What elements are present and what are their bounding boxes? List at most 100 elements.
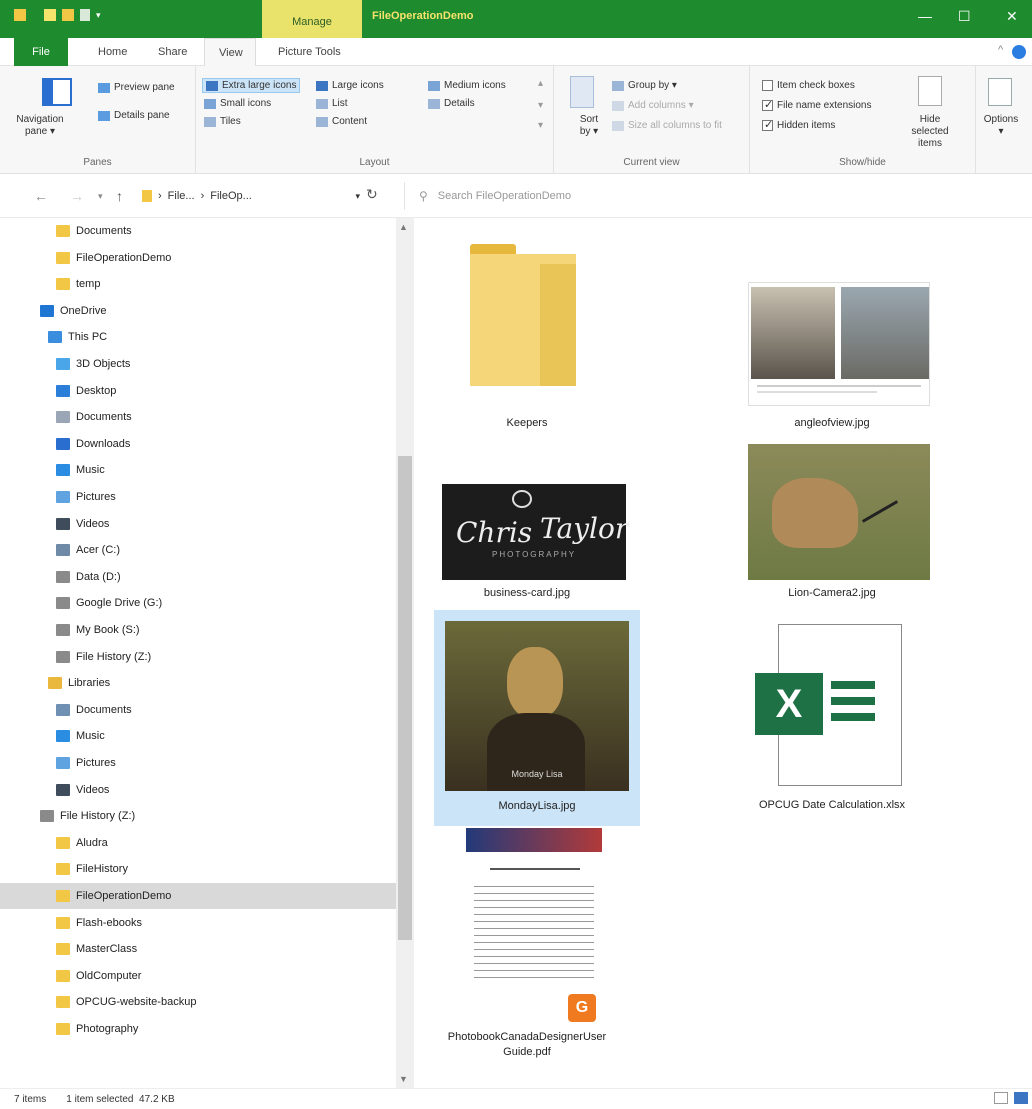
item-check-boxes-toggle[interactable]: Item check boxes: [762, 80, 855, 91]
sidebar-item[interactable]: FileOperationDemo: [0, 245, 396, 271]
sidebar-item[interactable]: FileOperationDemo: [0, 883, 396, 909]
sidebar-item[interactable]: Documents: [0, 218, 396, 244]
back-icon[interactable]: ←: [34, 188, 48, 204]
tab-view[interactable]: View: [204, 38, 256, 67]
sidebar-item[interactable]: Desktop: [0, 378, 396, 404]
file-tile-business-card[interactable]: Chris Taylor PHOTOGRAPHY business-card.j…: [438, 466, 628, 606]
sidebar-item-label: Pictures: [76, 491, 116, 503]
sidebar-item[interactable]: 3D Objects: [0, 351, 396, 377]
size-all-columns-button[interactable]: Size all columns to fit: [612, 120, 722, 131]
file-tile-angleofview[interactable]: angleofview.jpg: [732, 266, 932, 440]
tab-home[interactable]: Home: [98, 46, 127, 58]
breadcrumb-file-history[interactable]: File...: [168, 190, 195, 202]
large-icons-button[interactable]: Large icons: [316, 80, 384, 91]
sidebar-item[interactable]: Pictures: [0, 484, 396, 510]
new-folder-icon[interactable]: [62, 9, 74, 21]
layout-scroll-down-icon[interactable]: ▾: [538, 100, 543, 111]
sidebar-item[interactable]: Downloads: [0, 431, 396, 457]
sidebar-item[interactable]: Google Drive (G:): [0, 590, 396, 616]
sidebar-item[interactable]: OneDrive: [0, 298, 396, 324]
options-button[interactable]: Options ▾: [980, 114, 1022, 138]
sidebar-item[interactable]: OldComputer: [0, 963, 396, 989]
sidebar-item[interactable]: Photography: [0, 1016, 396, 1042]
file-tile-lion-camera[interactable]: Lion-Camera2.jpg: [732, 434, 932, 606]
tab-picture-tools[interactable]: Picture Tools: [278, 46, 341, 58]
breadcrumb-fileoperationdemo[interactable]: FileOp...: [210, 190, 252, 202]
list-button[interactable]: List: [316, 98, 348, 109]
scroll-down-icon[interactable]: ▼: [399, 1074, 408, 1084]
sidebar-item[interactable]: OPCUG-website-backup: [0, 989, 396, 1015]
folder-icon[interactable]: [14, 9, 26, 21]
sidebar-item[interactable]: Libraries: [0, 670, 396, 696]
sidebar-item[interactable]: temp: [0, 271, 396, 297]
layout-scroll-up-icon[interactable]: ▴: [538, 78, 543, 89]
file-name-extensions-toggle[interactable]: File name extensions: [762, 98, 872, 111]
navigation-pane-button[interactable]: Navigation pane ▾: [10, 114, 70, 138]
file-tile-keepers[interactable]: Keepers: [438, 228, 616, 440]
sidebar-item[interactable]: File History (Z:): [0, 644, 396, 670]
collapse-ribbon-icon[interactable]: ^: [998, 44, 1003, 56]
tab-file[interactable]: File: [14, 38, 68, 66]
large-icons-view-icon[interactable]: [1014, 1092, 1028, 1104]
properties-icon[interactable]: [44, 9, 56, 21]
tab-share[interactable]: Share: [158, 46, 187, 58]
group-by-button[interactable]: Group by ▾: [612, 80, 677, 91]
preview-pane-button[interactable]: Preview pane: [98, 82, 175, 93]
content-button[interactable]: Content: [316, 116, 367, 127]
navigation-pane-icon[interactable]: [42, 78, 72, 106]
sidebar-item[interactable]: Videos: [0, 511, 396, 537]
file-tile-opcug-xlsx[interactable]: X OPCUG Date Calculation.xlsx: [732, 610, 932, 826]
extra-large-icons-button[interactable]: Extra large icons: [202, 78, 301, 93]
sidebar-item[interactable]: MasterClass: [0, 936, 396, 962]
address-dropdown-icon[interactable]: ▾: [355, 191, 360, 202]
help-icon[interactable]: [1012, 45, 1026, 59]
refresh-icon[interactable]: ↻: [366, 186, 378, 203]
sidebar-item[interactable]: Data (D:): [0, 564, 396, 590]
tiles-button[interactable]: Tiles: [204, 116, 241, 127]
details-view-icon[interactable]: [994, 1092, 1008, 1104]
file-tile-mondaylisa[interactable]: Monday Lisa MondayLisa.jpg: [434, 610, 640, 826]
maximize-button[interactable]: ☐: [958, 8, 971, 25]
search-input[interactable]: ⚲ Search FileOperationDemo: [404, 182, 1032, 210]
small-icons-button[interactable]: Small icons: [204, 98, 271, 109]
file-tile-photobook-pdf[interactable]: G PhotobookCanadaDesignerUser Guide.pdf: [438, 826, 616, 1072]
forward-icon[interactable]: →: [70, 188, 84, 204]
sidebar-item[interactable]: Flash-ebooks: [0, 910, 396, 936]
sidebar-item[interactable]: FileHistory: [0, 856, 396, 882]
sort-by-button[interactable]: Sort by ▾: [574, 114, 604, 138]
sidebar-item[interactable]: Music: [0, 457, 396, 483]
address-bar[interactable]: › File... › FileOp... ▾: [142, 183, 360, 209]
sidebar-item[interactable]: Documents: [0, 404, 396, 430]
medium-icons-button[interactable]: Medium icons: [428, 80, 506, 91]
item-check-boxes-checkbox[interactable]: [762, 80, 773, 91]
close-button[interactable]: ✕: [1006, 8, 1018, 25]
sidebar-item[interactable]: Videos: [0, 777, 396, 803]
customize-qat-icon[interactable]: ▾: [96, 10, 101, 21]
hide-selected-items-button[interactable]: Hide selected items: [904, 114, 956, 150]
up-icon[interactable]: ↑: [116, 188, 123, 204]
options-icon[interactable]: [988, 78, 1012, 106]
hidden-items-checkbox[interactable]: [762, 118, 773, 131]
scroll-up-icon[interactable]: ▲: [399, 222, 408, 232]
hide-selected-items-icon[interactable]: [918, 76, 942, 106]
layout-more-icon[interactable]: ▾: [538, 120, 543, 131]
sidebar-item[interactable]: Acer (C:): [0, 537, 396, 563]
sidebar-item[interactable]: Aludra: [0, 830, 396, 856]
details-pane-button[interactable]: Details pane: [98, 110, 170, 121]
sidebar-item[interactable]: Music: [0, 723, 396, 749]
manage-tab[interactable]: Manage: [262, 0, 362, 38]
file-name-extensions-checkbox[interactable]: [762, 98, 773, 111]
undo-icon[interactable]: [80, 9, 90, 21]
hidden-items-toggle[interactable]: Hidden items: [762, 118, 835, 131]
details-button[interactable]: Details: [428, 98, 475, 109]
sidebar-item[interactable]: File History (Z:): [0, 803, 396, 829]
sidebar-scrollbar-thumb[interactable]: [398, 456, 412, 940]
add-columns-button[interactable]: Add columns ▾: [612, 100, 694, 111]
sidebar-item[interactable]: Documents: [0, 697, 396, 723]
minimize-button[interactable]: —: [918, 8, 932, 24]
sidebar-item[interactable]: This PC: [0, 324, 396, 350]
sidebar-item[interactable]: My Book (S:): [0, 617, 396, 643]
sidebar-item[interactable]: Pictures: [0, 750, 396, 776]
sort-by-icon[interactable]: [570, 76, 594, 108]
recent-locations-icon[interactable]: ▾: [98, 191, 103, 202]
